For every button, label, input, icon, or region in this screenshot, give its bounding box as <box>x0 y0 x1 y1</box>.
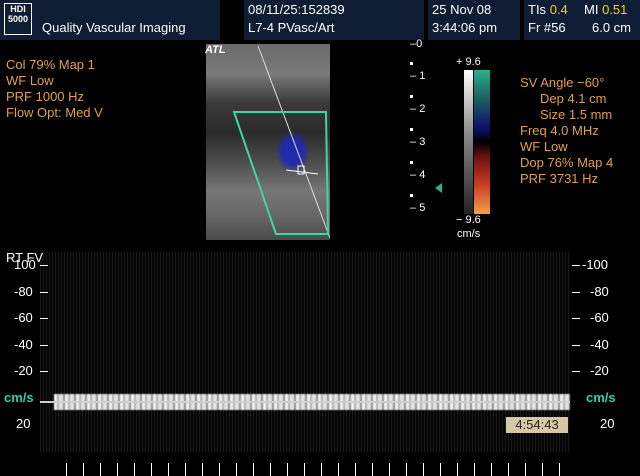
doppler-cursor-line <box>257 45 330 239</box>
right-tick <box>572 371 580 372</box>
tis-value: 0.4 <box>549 2 568 17</box>
mi-index: MI 0.51 <box>584 2 628 17</box>
color-scale-bar <box>464 70 490 214</box>
doppler-frequency: Freq 4.0 MHz <box>520 123 599 138</box>
right-scale-60: -60 <box>590 310 609 325</box>
depth-dot <box>410 194 413 197</box>
header-left: HDI 5000 Quality Vascular Imaging <box>0 0 220 40</box>
color-params: Col 79% Map 1 <box>6 57 95 72</box>
depth-dot <box>410 128 413 131</box>
right-scale-40: -40 <box>590 337 609 352</box>
sv-angle: SV Angle −60° <box>520 75 605 90</box>
probe-preset: L7-4 PVasc/Art <box>248 20 335 35</box>
header-datetime: 25 Nov 08 3:44:06 pm <box>428 0 520 40</box>
mi-value: 0.51 <box>602 2 628 17</box>
sweep-timer: 4:54:43 <box>506 417 568 433</box>
patient-id: 08/11/25:152839 <box>248 2 345 17</box>
sample-depth: Dep 4.1 cm <box>540 91 607 106</box>
depth-mark-5: – 5 <box>410 202 426 214</box>
depth-mark-3: – 3 <box>410 136 426 148</box>
focal-zone-marker[interactable] <box>435 183 442 193</box>
colorbar-top-label: + 9.6 <box>456 56 481 68</box>
time-axis-ticks <box>66 463 566 476</box>
left-tick <box>40 265 48 266</box>
colorbar-unit: cm/s <box>457 228 481 240</box>
left-tick <box>40 371 48 372</box>
header-indices: TIs 0.4 MI 0.51 Fr #56 6.0 cm <box>524 0 640 40</box>
exam-date: 25 Nov 08 <box>432 2 492 17</box>
left-unit: cm/s <box>4 390 34 405</box>
hdi-logo: HDI 5000 <box>4 3 32 35</box>
wall-filter: WF Low <box>6 73 54 88</box>
right-scale-20: -20 <box>590 363 609 378</box>
spectral-baseline[interactable] <box>40 401 570 403</box>
grayscale-bar <box>464 70 473 214</box>
depth-mark-2: – 2 <box>410 103 426 115</box>
right-tick <box>572 265 580 266</box>
left-scale-40: -40 <box>14 337 33 352</box>
flow-optimization: Flow Opt: Med V <box>6 105 103 120</box>
colorbar-bottom-label: − 9.6 <box>456 214 481 226</box>
depth-dot <box>410 62 413 65</box>
sample-size: Size 1.5 mm <box>540 107 613 122</box>
velocity-color-bar <box>474 70 490 214</box>
left-tick <box>40 318 48 319</box>
left-scale-100: 100 <box>14 257 36 272</box>
frame-number: Fr #56 <box>528 20 566 35</box>
right-scale-80: -80 <box>590 284 609 299</box>
right-unit: cm/s <box>586 390 616 405</box>
left-scale-80: -80 <box>14 284 33 299</box>
left-scale-pos20: 20 <box>16 416 31 431</box>
sample-gate-angle <box>285 169 319 175</box>
left-tick <box>40 345 48 346</box>
doppler-wall-filter: WF Low <box>520 139 568 154</box>
depth-mark-1: – 1 <box>410 70 426 82</box>
depth-dot <box>410 95 413 98</box>
right-tick <box>572 292 580 293</box>
spectral-display[interactable] <box>40 252 570 452</box>
doppler-gain-map: Dop 76% Map 4 <box>520 155 614 170</box>
right-scale-pos20: 20 <box>600 416 615 431</box>
left-tick <box>40 292 48 293</box>
doppler-prf: PRF 3731 Hz <box>520 171 599 186</box>
depth-dot <box>410 161 413 164</box>
exam-time: 3:44:06 pm <box>432 20 498 35</box>
institution-name: Quality Vascular Imaging <box>42 20 186 35</box>
right-scale-100: -100 <box>582 257 609 272</box>
left-scale-60: -60 <box>14 310 33 325</box>
prf-value: PRF 1000 Hz <box>6 89 85 104</box>
left-scale-20: -20 <box>14 363 33 378</box>
display-depth: 6.0 cm <box>592 20 632 35</box>
depth-mark-4: – 4 <box>410 169 426 181</box>
right-tick <box>572 318 580 319</box>
color-box-overlay <box>232 45 330 239</box>
header-patient: 08/11/25:152839 L7-4 PVasc/Art <box>244 0 424 40</box>
right-tick <box>572 345 580 346</box>
tis-index: TIs 0.4 <box>528 2 568 17</box>
depth-mark-0: –0 <box>410 38 423 50</box>
